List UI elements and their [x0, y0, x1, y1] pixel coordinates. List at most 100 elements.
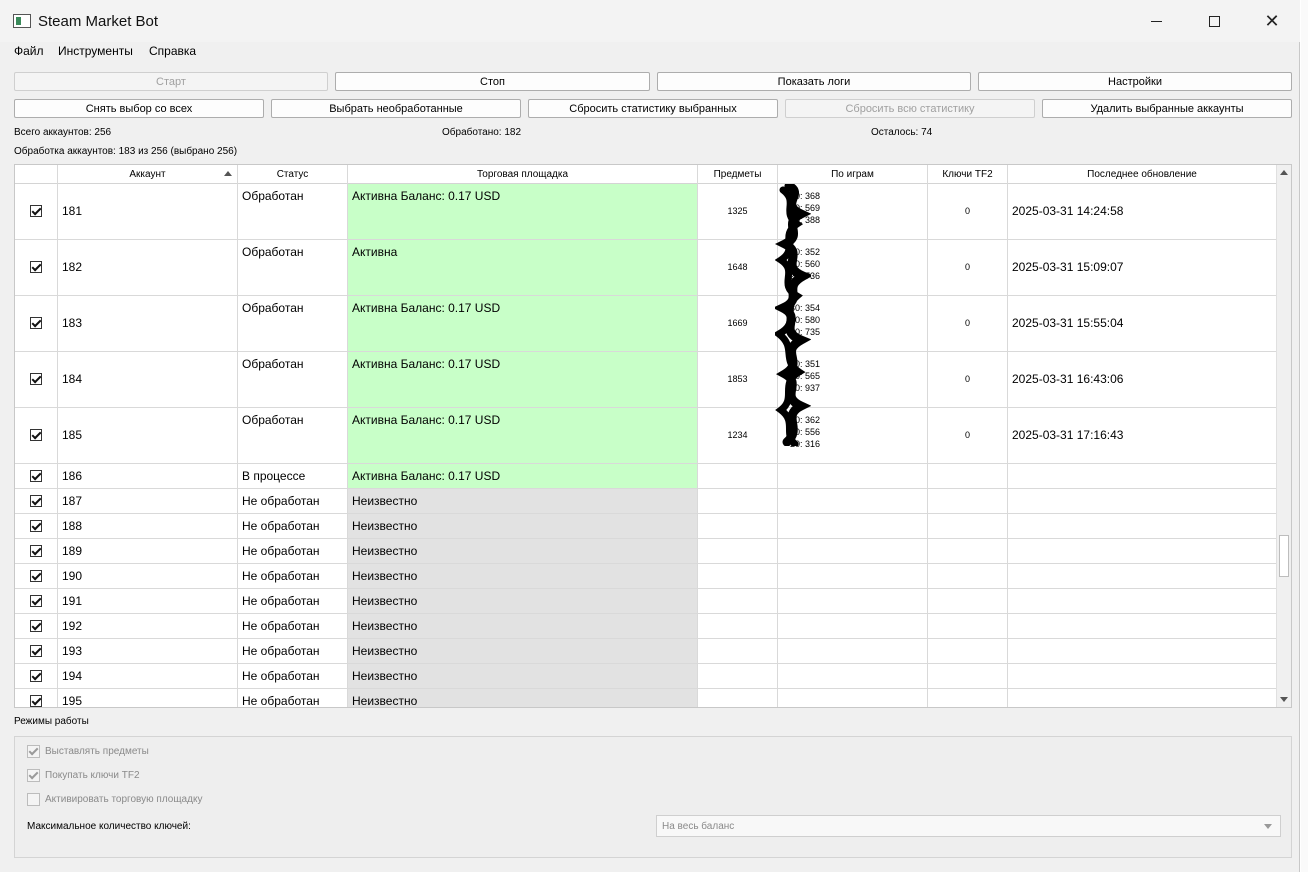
row-checkbox[interactable] [30, 205, 42, 217]
modes-title: Режимы работы [14, 716, 89, 727]
reset-all-stats-button[interactable]: Сбросить всю статистику [785, 99, 1035, 118]
items-cell [698, 539, 778, 563]
items-cell: 1669 [698, 296, 778, 351]
account-id: 194 [62, 669, 83, 683]
status-text: В процессе [242, 469, 306, 483]
option-list-items[interactable]: Выставлять предметы [27, 745, 149, 758]
show-logs-button[interactable]: Показать логи [657, 72, 971, 91]
last-update-time: 2025-03-31 17:16:43 [1012, 428, 1124, 442]
table-row[interactable]: 193 Не обработан Неизвестно [15, 639, 1277, 664]
stop-button[interactable]: Стоп [335, 72, 650, 91]
account-cell: 190 [58, 564, 238, 588]
status-cell: Обработан [238, 352, 348, 407]
option-buy-keys[interactable]: Покупать ключи TF2 [27, 769, 140, 782]
table-row[interactable]: 185 Обработан Активна Баланс: 0.17 USD 1234… [15, 408, 1277, 464]
market-status-text: Неизвестно [352, 669, 418, 683]
close-button[interactable]: ✕ [1243, 0, 1301, 42]
last-update-cell [1008, 589, 1277, 613]
last-update-column-header[interactable]: Последнее обновление [1008, 165, 1277, 184]
row-checkbox[interactable] [30, 317, 42, 329]
activate-market-checkbox[interactable] [27, 793, 40, 806]
row-checkbox[interactable] [30, 570, 42, 582]
row-checkbox[interactable] [30, 620, 42, 632]
option-activate-market[interactable]: Активировать торговую площадку [27, 793, 202, 806]
market-status-text: Активна Баланс: 0.17 USD [352, 413, 501, 427]
row-checkbox[interactable] [30, 373, 42, 385]
check-column-header[interactable] [15, 165, 58, 184]
items-column-header[interactable]: Предметы [698, 165, 778, 184]
row-checkbox[interactable] [30, 261, 42, 273]
table-row[interactable]: 189 Не обработан Неизвестно [15, 539, 1277, 564]
table-row[interactable]: 181 Обработан Активна Баланс: 0.17 USD 1325… [15, 184, 1277, 240]
buy-keys-checkbox[interactable] [27, 769, 40, 782]
table-row[interactable]: 184 Обработан Активна Баланс: 0.17 USD 1853… [15, 352, 1277, 408]
minimize-button[interactable] [1127, 0, 1185, 42]
status-cell: Не обработан [238, 489, 348, 513]
scroll-thumb[interactable] [1279, 535, 1289, 577]
title-bar: Steam Market Bot ✕ [0, 0, 1300, 42]
account-id: 186 [62, 469, 83, 483]
tf2-keys-count: 0 [964, 262, 970, 272]
row-checkbox[interactable] [30, 429, 42, 441]
row-checkbox[interactable] [30, 670, 42, 682]
table-row[interactable]: 186 В процессе Активна Баланс: 0.17 USD [15, 464, 1277, 489]
list-items-checkbox[interactable] [27, 745, 40, 758]
row-checkbox[interactable] [30, 520, 42, 532]
menu-bar: Файл Инструменты Справка [0, 42, 1300, 62]
row-checkbox[interactable] [30, 695, 42, 707]
status-column-header[interactable]: Статус [238, 165, 348, 184]
tf2-keys-cell [928, 639, 1008, 663]
account-column-header[interactable]: Аккаунт [58, 165, 238, 184]
status-text: Не обработан [242, 594, 320, 608]
checkbox-cell [15, 408, 58, 463]
max-keys-select[interactable]: На весь баланс [656, 815, 1281, 837]
row-checkbox[interactable] [30, 595, 42, 607]
maximize-button[interactable] [1185, 0, 1243, 42]
menu-help[interactable]: Справка [149, 44, 196, 58]
scroll-down-icon[interactable] [1280, 697, 1288, 702]
tf2-keys-cell [928, 489, 1008, 513]
market-cell: Неизвестно [348, 639, 698, 663]
row-checkbox[interactable] [30, 495, 42, 507]
market-status-text: Неизвестно [352, 569, 418, 583]
table-scrollbar[interactable] [1276, 165, 1291, 707]
table-row[interactable]: 194 Не обработан Неизвестно [15, 664, 1277, 689]
market-status-text: Неизвестно [352, 519, 418, 533]
tf2-keys-column-header[interactable]: Ключи TF2 [928, 165, 1008, 184]
table-row[interactable]: 188 Не обработан Неизвестно [15, 514, 1277, 539]
market-column-header[interactable]: Торговая площадка [348, 165, 698, 184]
account-id: 192 [62, 619, 83, 633]
scroll-up-icon[interactable] [1280, 170, 1288, 175]
games-cell [778, 539, 928, 563]
tf2-keys-cell: 0 [928, 240, 1008, 295]
settings-button[interactable]: Настройки [978, 72, 1292, 91]
table-row[interactable]: 183 Обработан Активна Баланс: 0.17 USD 1669… [15, 296, 1277, 352]
market-cell: Неизвестно [348, 689, 698, 707]
last-update-cell: 2025-03-31 14:24:58 [1008, 184, 1277, 239]
last-update-time: 2025-03-31 15:55:04 [1012, 316, 1124, 330]
delete-selected-accounts-button[interactable]: Удалить выбранные аккаунты [1042, 99, 1292, 118]
market-cell: Неизвестно [348, 664, 698, 688]
tf2-keys-cell [928, 514, 1008, 538]
max-keys-label: Максимальное количество ключей: [27, 821, 191, 832]
checkbox-cell [15, 464, 58, 488]
select-unprocessed-button[interactable]: Выбрать необработанные [271, 99, 521, 118]
table-row[interactable]: 187 Не обработан Неизвестно [15, 489, 1277, 514]
status-text: Не обработан [242, 644, 320, 658]
menu-tools[interactable]: Инструменты [58, 44, 133, 58]
deselect-all-button[interactable]: Снять выбор со всех [14, 99, 264, 118]
table-row[interactable]: 190 Не обработан Неизвестно [15, 564, 1277, 589]
table-row[interactable]: 192 Не обработан Неизвестно [15, 614, 1277, 639]
table-row[interactable]: 191 Не обработан Неизвестно [15, 589, 1277, 614]
games-cell [778, 664, 928, 688]
reset-selected-stats-button[interactable]: Сбросить статистику выбранных [528, 99, 778, 118]
games-column-header[interactable]: По играм [778, 165, 928, 184]
start-button[interactable]: Старт [14, 72, 328, 91]
row-checkbox[interactable] [30, 470, 42, 482]
table-row[interactable]: 182 Обработан Активна 1648 30: 352 90: 560 20:… [15, 240, 1277, 296]
menu-file[interactable]: Файл [14, 44, 44, 58]
items-cell [698, 464, 778, 488]
row-checkbox[interactable] [30, 545, 42, 557]
table-row[interactable]: 195 Не обработан Неизвестно [15, 689, 1277, 707]
row-checkbox[interactable] [30, 645, 42, 657]
